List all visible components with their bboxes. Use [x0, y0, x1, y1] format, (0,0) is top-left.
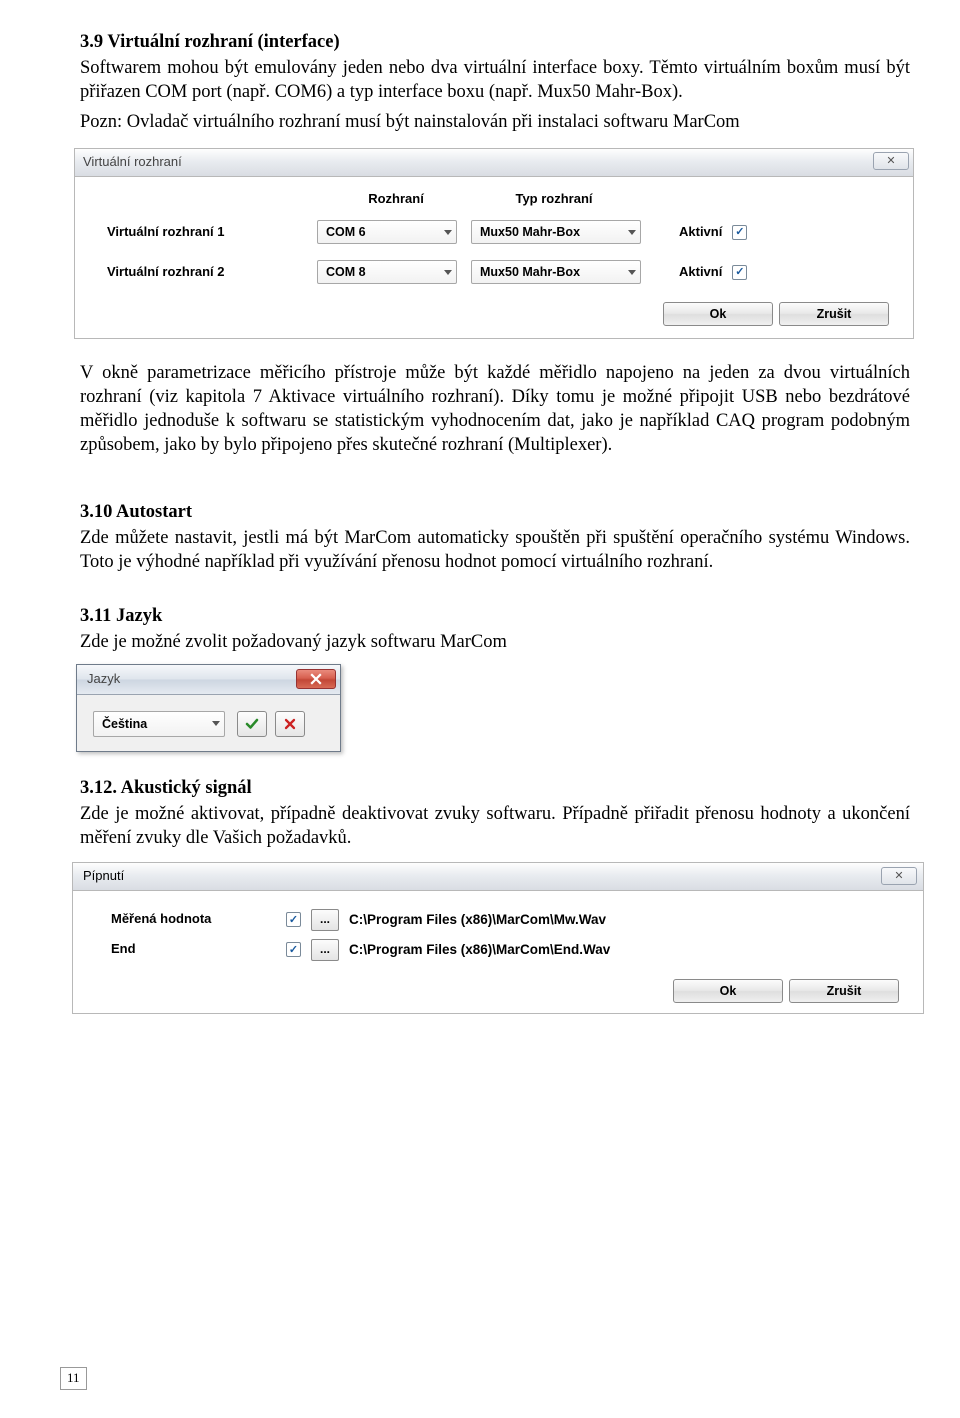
heading-3-9: 3.9 Virtuální rozhraní (interface) [80, 30, 910, 54]
box-type-dropdown-1[interactable]: Mux50 Mahr-Box [471, 220, 641, 244]
dialog-body: Měřená hodnota ✓ ... C:\Program Files (x… [73, 891, 923, 1013]
para-3-9-1: Softwarem mohou být emulovány jeden nebo… [80, 56, 910, 104]
cancel-button[interactable]: Zrušit [779, 302, 889, 326]
col-rozhrani: Rozhraní [317, 191, 475, 208]
heading-3-12: 3.12. Akustický signál [80, 776, 910, 800]
heading-3-11: 3.11 Jazyk [80, 604, 910, 628]
dialog-titlebar: Virtuální rozhraní ✕ [75, 149, 913, 177]
dropdown-value: Mux50 Mahr-Box [480, 224, 580, 240]
sound-row-measured: Měřená hodnota ✓ ... C:\Program Files (x… [111, 909, 899, 931]
chevron-down-icon [212, 721, 220, 726]
dropdown-value: Mux50 Mahr-Box [480, 264, 580, 280]
ok-button[interactable]: Ok [673, 979, 783, 1003]
active-checkbox-1[interactable]: ✓ [732, 225, 747, 240]
close-button[interactable]: ✕ [881, 867, 917, 885]
box-type-dropdown-2[interactable]: Mux50 Mahr-Box [471, 260, 641, 284]
row-label: Měřená hodnota [111, 911, 286, 928]
para-3-9-2: Pozn: Ovladač virtuálního rozhraní musí … [80, 110, 910, 134]
sound-path-1: C:\Program Files (x86)\MarCom\Mw.Wav [349, 911, 606, 929]
ok-button[interactable]: Ok [663, 302, 773, 326]
dialog-title: Jazyk [87, 671, 120, 688]
dialog-footer: Ok Zrušit [111, 969, 899, 1003]
para-3-11: Zde je možné zvolit požadovaný jazyk sof… [80, 630, 910, 654]
dropdown-value: COM 6 [326, 224, 366, 240]
dialog-body: Rozhraní Typ rozhraní Virtuální rozhraní… [75, 177, 913, 338]
dialog-titlebar: Pípnutí ✕ [73, 863, 923, 891]
com-port-dropdown-2[interactable]: COM 8 [317, 260, 457, 284]
row2-label: Virtuální rozhraní 2 [107, 264, 317, 281]
language-dialog: Jazyk Čeština [76, 664, 341, 752]
active-checkbox-2[interactable]: ✓ [732, 265, 747, 280]
para-3-9-3: V okně parametrizace měřicího přístroje … [80, 361, 910, 457]
para-3-10: Zde můžete nastavit, jestli má být MarCo… [80, 526, 910, 574]
dropdown-value: Čeština [102, 716, 147, 732]
dialog-title: Pípnutí [83, 868, 124, 885]
cancel-button[interactable] [275, 711, 305, 737]
chevron-down-icon [444, 270, 452, 275]
para-3-12: Zde je možné aktivovat, případně deaktiv… [80, 802, 910, 850]
sound-checkbox-2[interactable]: ✓ [286, 942, 301, 957]
chevron-down-icon [444, 230, 452, 235]
heading-3-10: 3.10 Autostart [80, 500, 910, 524]
sound-row-end: End ✓ ... C:\Program Files (x86)\MarCom\… [111, 939, 899, 961]
close-button[interactable]: ✕ [873, 152, 909, 170]
active-label: Aktivní [679, 224, 722, 241]
close-button[interactable] [296, 669, 336, 689]
dialog-title: Virtuální rozhraní [83, 154, 182, 171]
cancel-button[interactable]: Zrušit [789, 979, 899, 1003]
beep-dialog: Pípnutí ✕ Měřená hodnota ✓ ... C:\Progra… [72, 862, 924, 1014]
sound-path-2: C:\Program Files (x86)\MarCom\End.Wav [349, 941, 610, 959]
interface-row-2: Virtuální rozhraní 2 COM 8 Mux50 Mahr-Bo… [107, 260, 895, 284]
browse-button-1[interactable]: ... [311, 909, 339, 931]
page-number: 11 [60, 1367, 87, 1390]
chevron-down-icon [628, 230, 636, 235]
dropdown-value: COM 8 [326, 264, 366, 280]
com-port-dropdown-1[interactable]: COM 6 [317, 220, 457, 244]
language-dropdown[interactable]: Čeština [93, 711, 225, 737]
browse-button-2[interactable]: ... [311, 939, 339, 961]
check-icon [245, 717, 259, 731]
active-label: Aktivní [679, 264, 722, 281]
dialog-body: Čeština [77, 695, 340, 751]
dialog-titlebar: Jazyk [77, 665, 340, 695]
confirm-button[interactable] [237, 711, 267, 737]
row-label: End [111, 941, 286, 958]
chevron-down-icon [628, 270, 636, 275]
interface-row-1: Virtuální rozhraní 1 COM 6 Mux50 Mahr-Bo… [107, 220, 895, 244]
dialog-footer: Ok Zrušit [107, 300, 895, 326]
col-typ: Typ rozhraní [475, 191, 633, 208]
cancel-icon [284, 718, 296, 730]
column-headers: Rozhraní Typ rozhraní [317, 191, 895, 208]
sound-checkbox-1[interactable]: ✓ [286, 912, 301, 927]
close-icon [310, 673, 322, 685]
row1-label: Virtuální rozhraní 1 [107, 224, 317, 241]
virtual-interface-dialog: Virtuální rozhraní ✕ Rozhraní Typ rozhra… [74, 148, 914, 339]
